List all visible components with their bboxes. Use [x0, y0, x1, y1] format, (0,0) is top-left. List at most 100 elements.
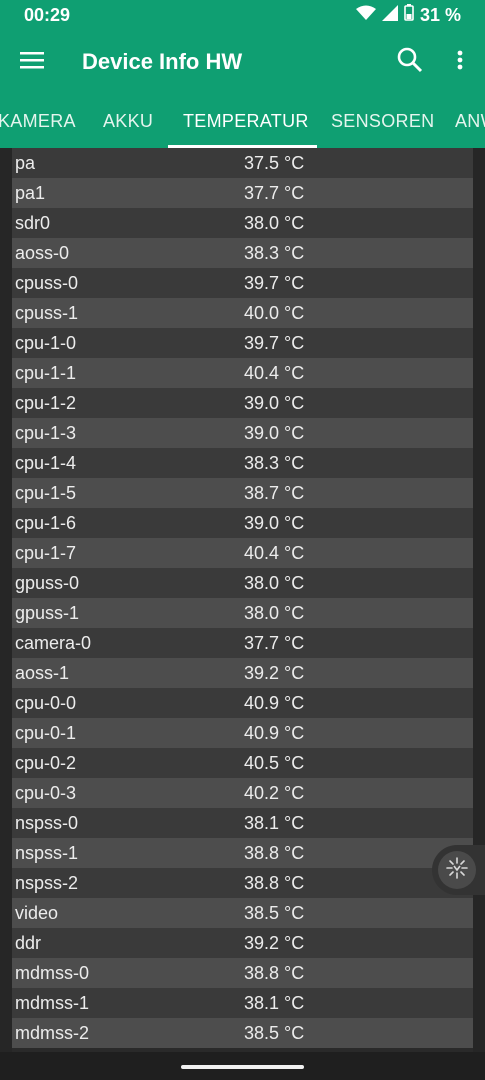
sensor-name: pa — [15, 152, 36, 173]
list-item: sdr0 38.0 °C — [12, 208, 473, 238]
sensor-temperature: 38.5 °C — [244, 902, 305, 923]
sensor-temperature: 38.1 °C — [244, 992, 305, 1013]
sensor-temperature: 39.7 °C — [244, 272, 305, 293]
tab-anw[interactable]: ANW — [455, 94, 485, 148]
sensor-temperature: 39.2 °C — [244, 932, 305, 953]
more-options-button[interactable] — [435, 30, 485, 94]
sensor-name: video — [15, 902, 59, 923]
sensor-name: nspss-1 — [15, 842, 79, 863]
sensor-temperature: 39.2 °C — [244, 662, 305, 683]
list-item: nspss-2 38.8 °C — [12, 868, 473, 898]
list-item: cpu-1-7 40.4 °C — [12, 538, 473, 568]
sensor-temperature: 39.0 °C — [244, 422, 305, 443]
menu-icon — [20, 51, 44, 74]
list-item: camera-0 37.7 °C — [12, 628, 473, 658]
sensor-temperature: 40.9 °C — [244, 692, 305, 713]
list-item: aoss-1 39.2 °C — [12, 658, 473, 688]
sensor-name: gpuss-1 — [15, 602, 80, 623]
sensor-temperature: 40.2 °C — [244, 782, 305, 803]
sensor-temperature: 38.0 °C — [244, 212, 305, 233]
sensor-name: aoss-1 — [15, 662, 70, 683]
sensor-temperature: 38.3 °C — [244, 452, 305, 473]
sensor-name: cpu-1-7 — [15, 542, 77, 563]
list-item: cpu-1-1 40.4 °C — [12, 358, 473, 388]
sensor-temperature: 39.0 °C — [244, 512, 305, 533]
sensor-name: cpu-0-1 — [15, 722, 77, 743]
battery-percent: 31 % — [419, 4, 461, 25]
list-item: nspss-1 38.8 °C — [12, 838, 473, 868]
list-item: video 38.5 °C — [12, 898, 473, 928]
sensor-temperature: 38.5 °C — [244, 1022, 305, 1043]
status-bar: 00:29 31 % — [0, 0, 485, 30]
tab-bar: KAMERA AKKU TEMPERATUR SENSOREN ANW — [0, 94, 485, 148]
list-item: aoss-0 38.3 °C — [12, 238, 473, 268]
sensor-name: sdr0 — [15, 212, 51, 233]
list-item: cpu-1-0 39.7 °C — [12, 328, 473, 358]
app-bar: Device Info HW — [0, 30, 485, 94]
sensor-temperature: 40.4 °C — [244, 542, 305, 563]
sensor-name: nspss-2 — [15, 872, 79, 893]
sensor-name: gpuss-0 — [15, 572, 80, 593]
list-item: cpu-1-4 38.3 °C — [12, 448, 473, 478]
home-gesture-handle[interactable] — [181, 1065, 304, 1069]
sensor-temperature: 39.0 °C — [244, 392, 305, 413]
list-item: mdmss-1 38.1 °C — [12, 988, 473, 1018]
sensor-name: cpu-1-0 — [15, 332, 77, 353]
tab-sensoren[interactable]: SENSOREN — [331, 94, 434, 148]
list-item: cpu-1-2 39.0 °C — [12, 388, 473, 418]
sensor-temperature: 37.5 °C — [244, 152, 305, 173]
more-vert-icon — [457, 50, 463, 75]
list-left-margin — [0, 148, 12, 1052]
sensor-name: cpu-0-3 — [15, 782, 77, 803]
sensor-name: cpu-1-6 — [15, 512, 77, 533]
sensor-temperature: 38.1 °C — [244, 812, 305, 833]
status-icons: 31 % — [355, 4, 461, 26]
sensor-temperature: 40.0 °C — [244, 302, 305, 323]
battery-icon — [404, 4, 414, 26]
list-item: cpu-0-2 40.5 °C — [12, 748, 473, 778]
list-item: cpuss-0 39.7 °C — [12, 268, 473, 298]
list-item: cpu-0-3 40.2 °C — [12, 778, 473, 808]
sensor-temperature: 38.3 °C — [244, 242, 305, 263]
sensor-name: cpu-1-4 — [15, 452, 77, 473]
sensor-name: cpu-0-0 — [15, 692, 77, 713]
sensor-name: mdmss-1 — [15, 992, 90, 1013]
sensor-name: mdmss-2 — [15, 1022, 90, 1043]
menu-button[interactable] — [0, 30, 64, 94]
sensor-name: pa1 — [15, 182, 46, 203]
list-item: cpu-1-5 38.7 °C — [12, 478, 473, 508]
list-item: mdmss-2 38.5 °C — [12, 1018, 473, 1048]
sensor-temperature: 38.0 °C — [244, 602, 305, 623]
signal-icon — [381, 4, 398, 26]
list-right-margin — [473, 148, 485, 1052]
navigation-bar — [0, 1052, 485, 1080]
sensor-temperature: 38.7 °C — [244, 482, 305, 503]
list-item: cpu-0-1 40.9 °C — [12, 718, 473, 748]
sensor-temperature: 38.8 °C — [244, 962, 305, 983]
list-item: mdmss-0 38.8 °C — [12, 958, 473, 988]
sensor-name: cpuss-0 — [15, 272, 79, 293]
sensor-name: cpu-1-3 — [15, 422, 77, 443]
temperature-list[interactable]: pa 37.5 °C pa1 37.7 °C sdr0 38.0 °C aoss-0 38.3… — [12, 148, 473, 1052]
floating-overlay-button[interactable] — [432, 845, 485, 895]
sensor-temperature: 37.7 °C — [244, 632, 305, 653]
sensor-temperature: 40.5 °C — [244, 752, 305, 773]
sensor-temperature: 40.9 °C — [244, 722, 305, 743]
sparkle-icon — [446, 856, 468, 884]
sensor-name: camera-0 — [15, 632, 92, 653]
sensor-name: cpu-1-1 — [15, 362, 77, 383]
search-icon — [397, 47, 423, 78]
tab-akku[interactable]: AKKU — [103, 94, 153, 148]
sensor-temperature: 38.0 °C — [244, 572, 305, 593]
floating-overlay-inner — [438, 851, 476, 889]
sensor-name: ddr — [15, 932, 42, 953]
wifi-icon — [355, 5, 376, 26]
tab-temperatur[interactable]: TEMPERATUR — [183, 94, 309, 148]
sensor-temperature: 37.7 °C — [244, 182, 305, 203]
sensor-name: cpu-1-5 — [15, 482, 77, 503]
list-item: cpu-0-0 40.9 °C — [12, 688, 473, 718]
sensor-name: cpu-1-2 — [15, 392, 77, 413]
tab-kamera[interactable]: KAMERA — [0, 94, 76, 148]
search-button[interactable] — [385, 30, 435, 94]
list-item: gpuss-1 38.0 °C — [12, 598, 473, 628]
